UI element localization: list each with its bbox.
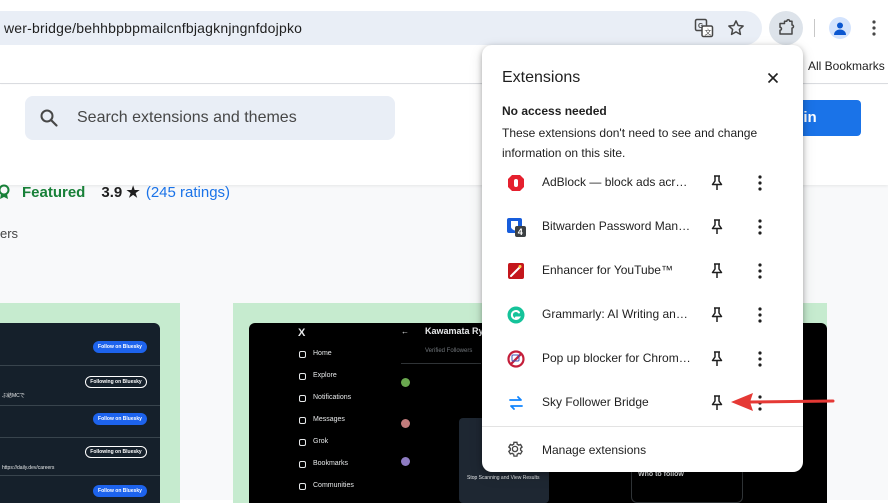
tweet-snippet: https://daily.dev/careers xyxy=(2,465,55,471)
who-to-follow-label: Who to follow xyxy=(638,471,684,478)
follower-avatar xyxy=(401,419,410,428)
extensions-title: Extensions xyxy=(502,69,581,86)
more-options-icon[interactable] xyxy=(752,262,768,280)
popup-blocker-icon xyxy=(507,350,525,368)
bookmark-star-icon[interactable] xyxy=(726,18,746,38)
divider xyxy=(0,437,160,438)
extension-item-adblock[interactable]: AdBlock — block ads across the web xyxy=(482,161,803,205)
ratings-link[interactable]: (245 ratings) xyxy=(146,184,230,201)
nav-grok: Grok xyxy=(313,438,329,445)
more-options-icon[interactable] xyxy=(752,350,768,368)
users-count-text: ers xyxy=(0,226,19,241)
bitwarden-icon: 4 xyxy=(507,218,526,237)
featured-label: Featured xyxy=(22,183,86,201)
translate-icon[interactable]: G文 xyxy=(694,18,714,38)
nav-notifications-icon xyxy=(299,395,306,402)
extension-item-enhancer[interactable]: Enhancer for YouTube™ xyxy=(482,249,803,293)
no-access-section-description: These extensions don't need to see and c… xyxy=(502,126,758,160)
following-on-bluesky-pill: Following on Bluesky xyxy=(85,446,147,458)
search-icon xyxy=(40,109,58,127)
follower-avatar xyxy=(401,378,410,387)
following-on-bluesky-pill: Following on Bluesky xyxy=(85,376,147,388)
pin-icon[interactable] xyxy=(708,306,726,324)
nav-bookmarks: Bookmarks xyxy=(313,460,349,467)
extensions-puzzle-icon[interactable] xyxy=(769,11,803,45)
search-placeholder: Search extensions and themes xyxy=(77,109,297,126)
nav-communities-icon xyxy=(299,483,306,490)
screenshot-left-content: Follow on Bluesky Following on Bluesky ぶ… xyxy=(0,323,160,503)
pin-icon[interactable] xyxy=(708,394,726,412)
extension-name: AdBlock — block ads across the web xyxy=(542,175,694,189)
follower-avatar xyxy=(401,457,410,466)
more-options-icon[interactable] xyxy=(752,174,768,192)
profile-header-name: Kawamata Ryo xyxy=(425,326,490,336)
tweet-snippet: ぶ結MCで xyxy=(2,393,25,399)
x-logo: X xyxy=(298,327,306,339)
more-options-icon[interactable] xyxy=(752,218,768,236)
extension-item-grammarly[interactable]: Grammarly: AI Writing and Grammar Checke… xyxy=(482,293,803,337)
nav-explore: Explore xyxy=(313,372,337,379)
sky-follower-bridge-icon xyxy=(509,396,523,410)
extension-name: Enhancer for YouTube™ xyxy=(542,263,673,277)
svg-text:文: 文 xyxy=(705,28,712,37)
pin-icon[interactable] xyxy=(708,350,726,368)
toolbar-divider xyxy=(814,19,815,37)
search-input[interactable]: Search extensions and themes xyxy=(25,96,395,140)
url-text[interactable]: wer-bridge/behhbpbpmailcnfbjagknjngnfdoj… xyxy=(4,20,302,36)
gear-icon xyxy=(507,441,523,457)
rating-value: 3.9 ★ xyxy=(101,184,140,201)
extension-name: Bitwarden Password Manager xyxy=(542,219,694,233)
adblock-icon xyxy=(508,175,524,191)
bitwarden-badge: 4 xyxy=(518,227,523,237)
more-options-icon[interactable] xyxy=(752,306,768,324)
nav-grok-icon xyxy=(299,439,306,446)
nav-bookmarks-icon xyxy=(299,461,306,468)
divider xyxy=(0,365,160,366)
extension-name: Sky Follower Bridge xyxy=(542,395,649,409)
divider xyxy=(0,475,160,476)
address-bar[interactable]: wer-bridge/behhbpbpmailcnfbjagknjngnfdoj… xyxy=(0,11,762,45)
verified-followers-tab: Verified Followers xyxy=(425,348,473,354)
rating-row: Featured 3.9 ★ (245 ratings) xyxy=(0,181,230,203)
featured-badge-icon xyxy=(0,184,10,199)
stop-scanning-text: Stop Scanning and View Results xyxy=(467,475,540,481)
nav-messages: Messages xyxy=(313,416,345,423)
no-access-section-title: No access needed xyxy=(502,104,607,118)
pin-icon[interactable] xyxy=(708,262,726,280)
nav-home-icon xyxy=(299,351,306,358)
back-arrow-icon: ← xyxy=(401,327,409,336)
screenshot-thumbnail-left[interactable]: Follow on Bluesky Following on Bluesky ぶ… xyxy=(0,303,180,503)
svg-text:G: G xyxy=(698,23,704,30)
annotation-arrow-icon xyxy=(731,393,835,411)
extension-item-bitwarden[interactable]: 4 Bitwarden Password Manager xyxy=(482,205,803,249)
follow-on-bluesky-pill: Follow on Bluesky xyxy=(93,413,147,425)
extension-name: Pop up blocker for Chrome™ xyxy=(542,351,694,365)
all-bookmarks-link[interactable]: All Bookmarks xyxy=(808,59,885,73)
manage-extensions-label: Manage extensions xyxy=(542,443,647,457)
close-icon[interactable] xyxy=(762,67,784,89)
nav-home: Home xyxy=(313,350,332,357)
extension-name: Grammarly: AI Writing and Grammar Checke… xyxy=(542,307,694,321)
divider xyxy=(401,363,481,364)
nav-notifications: Notifications xyxy=(313,394,352,401)
browser-menu-icon[interactable] xyxy=(866,18,882,38)
pin-icon[interactable] xyxy=(708,174,726,192)
nav-communities: Communities xyxy=(313,482,354,489)
divider xyxy=(0,405,160,406)
pin-icon[interactable] xyxy=(708,218,726,236)
nav-messages-icon xyxy=(299,417,306,424)
follow-on-bluesky-pill: Follow on Bluesky xyxy=(93,485,147,497)
enhancer-icon xyxy=(508,263,524,279)
extension-item-popup-blocker[interactable]: Pop up blocker for Chrome™ xyxy=(482,337,803,381)
manage-extensions-button[interactable]: Manage extensions xyxy=(482,426,803,470)
profile-avatar-icon[interactable] xyxy=(829,17,851,39)
grammarly-icon xyxy=(507,306,525,324)
follow-on-bluesky-pill: Follow on Bluesky xyxy=(93,341,147,353)
nav-explore-icon xyxy=(299,373,306,380)
